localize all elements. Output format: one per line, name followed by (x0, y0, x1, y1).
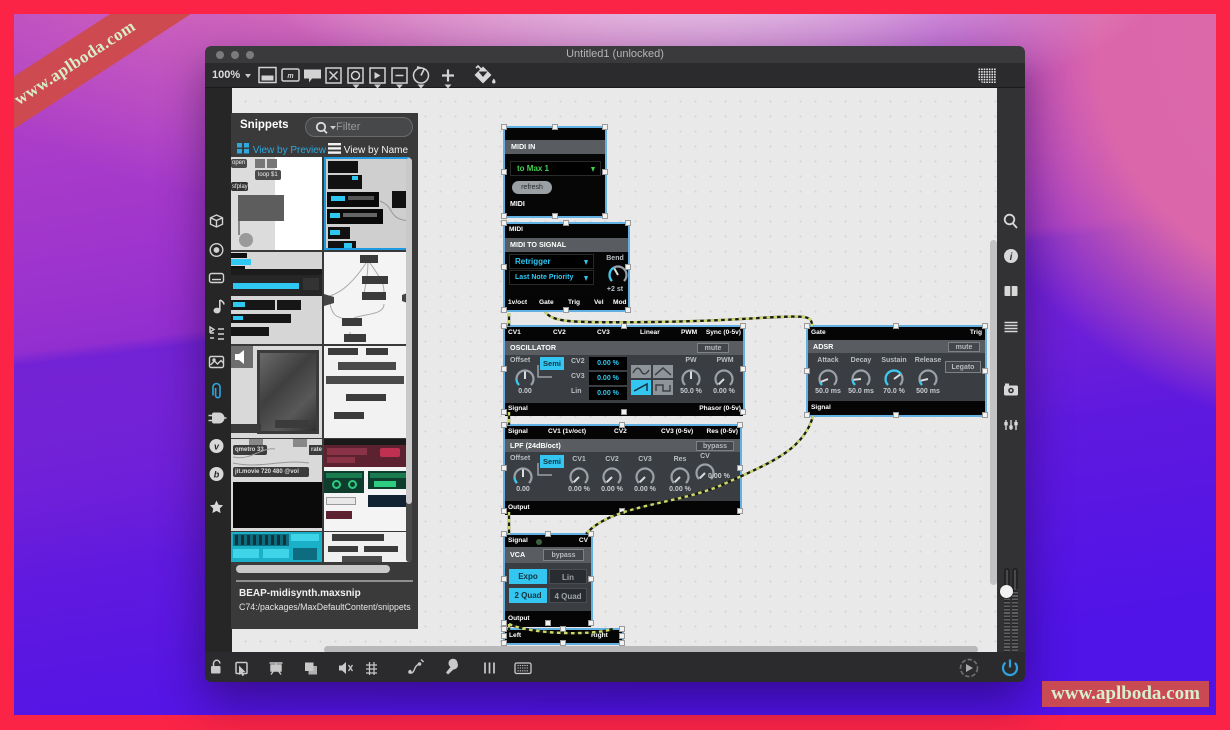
svg-text:m: m (287, 73, 293, 80)
